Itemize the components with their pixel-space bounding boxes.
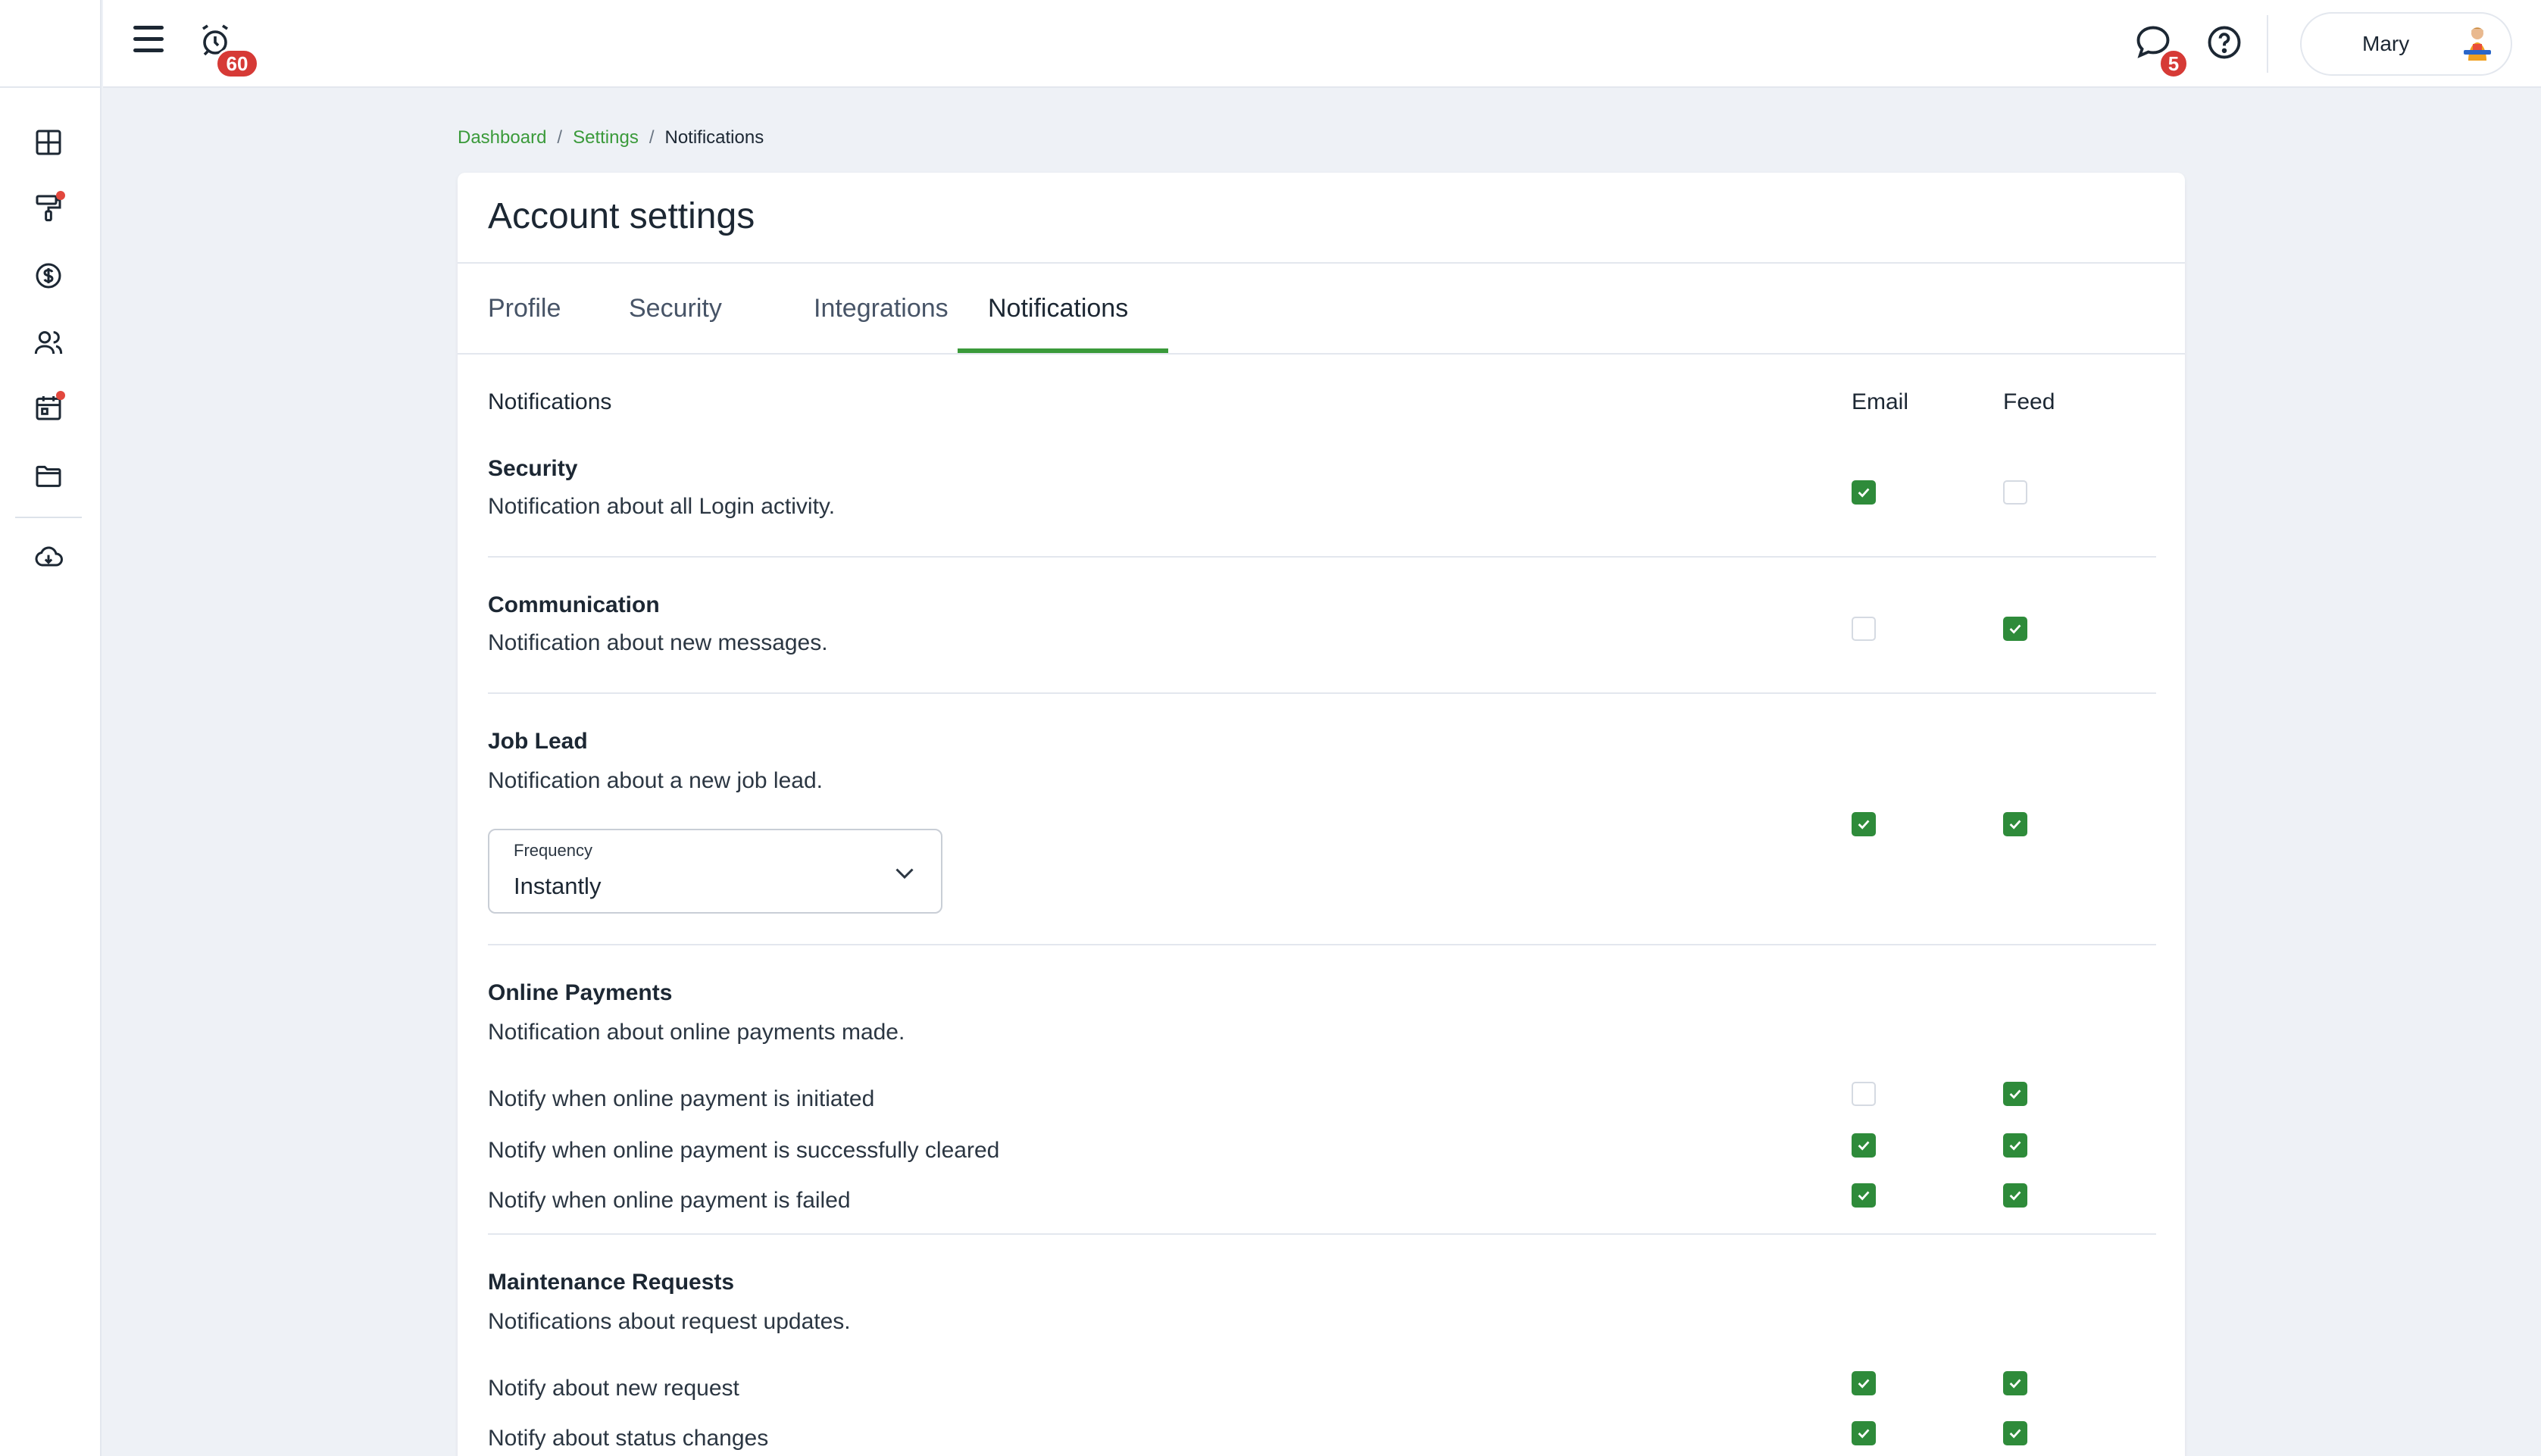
help-icon[interactable] bbox=[2205, 23, 2247, 65]
section-desc-job-lead: Notification about a new job lead. bbox=[488, 768, 823, 793]
section-divider bbox=[488, 692, 2156, 694]
menu-icon[interactable] bbox=[133, 26, 170, 59]
page-title: Account settings bbox=[488, 196, 755, 236]
tab-notifications[interactable]: Notifications bbox=[958, 264, 1168, 355]
payment-initiated-email-checkbox[interactable] bbox=[1852, 1082, 1876, 1106]
online-payment-cleared-label: Notify when online payment is successful… bbox=[488, 1138, 1000, 1163]
chevron-down-icon bbox=[895, 868, 914, 880]
tab-profile[interactable]: Profile bbox=[458, 264, 591, 353]
breadcrumb-settings[interactable]: Settings bbox=[573, 127, 639, 148]
topbar-separator bbox=[2267, 15, 2268, 73]
breadcrumb-separator: / bbox=[557, 127, 563, 148]
job-lead-email-checkbox[interactable] bbox=[1852, 812, 1876, 836]
communication-email-checkbox[interactable] bbox=[1852, 617, 1876, 641]
tab-security[interactable]: Security bbox=[599, 264, 752, 353]
tab-integrations[interactable]: Integrations bbox=[783, 264, 979, 353]
security-feed-checkbox[interactable] bbox=[2003, 480, 2027, 505]
user-name: Mary bbox=[2362, 32, 2410, 55]
payment-initiated-feed-checkbox[interactable] bbox=[2003, 1082, 2027, 1106]
avatar bbox=[2455, 21, 2500, 67]
email-column-header: Email bbox=[1852, 389, 1909, 414]
user-menu[interactable]: Mary bbox=[2300, 12, 2512, 76]
status-changes-feed-checkbox[interactable] bbox=[2003, 1421, 2027, 1445]
online-payment-failed-label: Notify when online payment is failed bbox=[488, 1188, 851, 1213]
payment-cleared-email-checkbox[interactable] bbox=[1852, 1133, 1876, 1158]
dollar-icon[interactable] bbox=[30, 258, 67, 294]
account-settings-card: Account settings Profile Security Integr… bbox=[458, 173, 2185, 1456]
notification-dot bbox=[56, 191, 65, 200]
status-changes-email-checkbox[interactable] bbox=[1852, 1421, 1876, 1445]
frequency-label: Frequency bbox=[514, 841, 592, 860]
sidebar bbox=[0, 0, 102, 1456]
people-icon[interactable] bbox=[30, 324, 67, 361]
section-title-communication: Communication bbox=[488, 592, 660, 617]
section-divider bbox=[488, 944, 2156, 945]
frequency-value: Instantly bbox=[514, 873, 602, 899]
new-request-feed-checkbox[interactable] bbox=[2003, 1371, 2027, 1395]
notifications-column-header: Notifications bbox=[488, 389, 612, 414]
sidebar-logo-area bbox=[0, 0, 100, 88]
payment-failed-feed-checkbox[interactable] bbox=[2003, 1183, 2027, 1208]
settings-tabs: Profile Security Integrations Notificati… bbox=[458, 264, 2185, 355]
section-title-maintenance: Maintenance Requests bbox=[488, 1270, 735, 1295]
breadcrumb: Dashboard / Settings / Notifications bbox=[458, 127, 764, 148]
section-desc-communication: Notification about new messages. bbox=[488, 630, 828, 655]
feed-column-header: Feed bbox=[2003, 389, 2055, 414]
section-desc-security: Notification about all Login activity. bbox=[488, 494, 836, 519]
top-bar: 60 5 Mary bbox=[103, 0, 2541, 88]
payment-failed-email-checkbox[interactable] bbox=[1852, 1183, 1876, 1208]
section-desc-online-payments: Notification about online payments made. bbox=[488, 1020, 905, 1045]
breadcrumb-dashboard[interactable]: Dashboard bbox=[458, 127, 546, 148]
section-divider bbox=[488, 1233, 2156, 1235]
dashboard-icon[interactable] bbox=[30, 124, 67, 161]
messages-count-badge: 5 bbox=[2158, 48, 2189, 79]
communication-feed-checkbox[interactable] bbox=[2003, 617, 2027, 641]
section-divider bbox=[488, 556, 2156, 558]
alarm-count-badge: 60 bbox=[215, 48, 259, 79]
notification-dot bbox=[56, 391, 65, 400]
sidebar-divider bbox=[15, 517, 82, 518]
new-request-label: Notify about new request bbox=[488, 1376, 739, 1401]
security-email-checkbox[interactable] bbox=[1852, 480, 1876, 505]
section-title-job-lead: Job Lead bbox=[488, 729, 588, 754]
breadcrumb-current: Notifications bbox=[664, 127, 764, 148]
job-lead-feed-checkbox[interactable] bbox=[2003, 812, 2027, 836]
section-title-security: Security bbox=[488, 456, 578, 481]
status-changes-label: Notify about status changes bbox=[488, 1426, 769, 1451]
paint-roller-icon[interactable] bbox=[30, 189, 67, 226]
calendar-icon[interactable] bbox=[30, 389, 67, 426]
tabs-divider bbox=[458, 353, 2185, 355]
section-title-online-payments: Online Payments bbox=[488, 980, 673, 1005]
breadcrumb-separator: / bbox=[649, 127, 655, 148]
frequency-select[interactable]: Frequency Instantly bbox=[488, 829, 942, 914]
payment-cleared-feed-checkbox[interactable] bbox=[2003, 1133, 2027, 1158]
section-desc-maintenance: Notifications about request updates. bbox=[488, 1309, 851, 1334]
online-payment-initiated-label: Notify when online payment is initiated bbox=[488, 1086, 875, 1111]
tab-notifications-label: Notifications bbox=[988, 293, 1129, 323]
cloud-download-icon[interactable] bbox=[30, 539, 67, 576]
new-request-email-checkbox[interactable] bbox=[1852, 1371, 1876, 1395]
folder-icon[interactable] bbox=[30, 458, 67, 494]
